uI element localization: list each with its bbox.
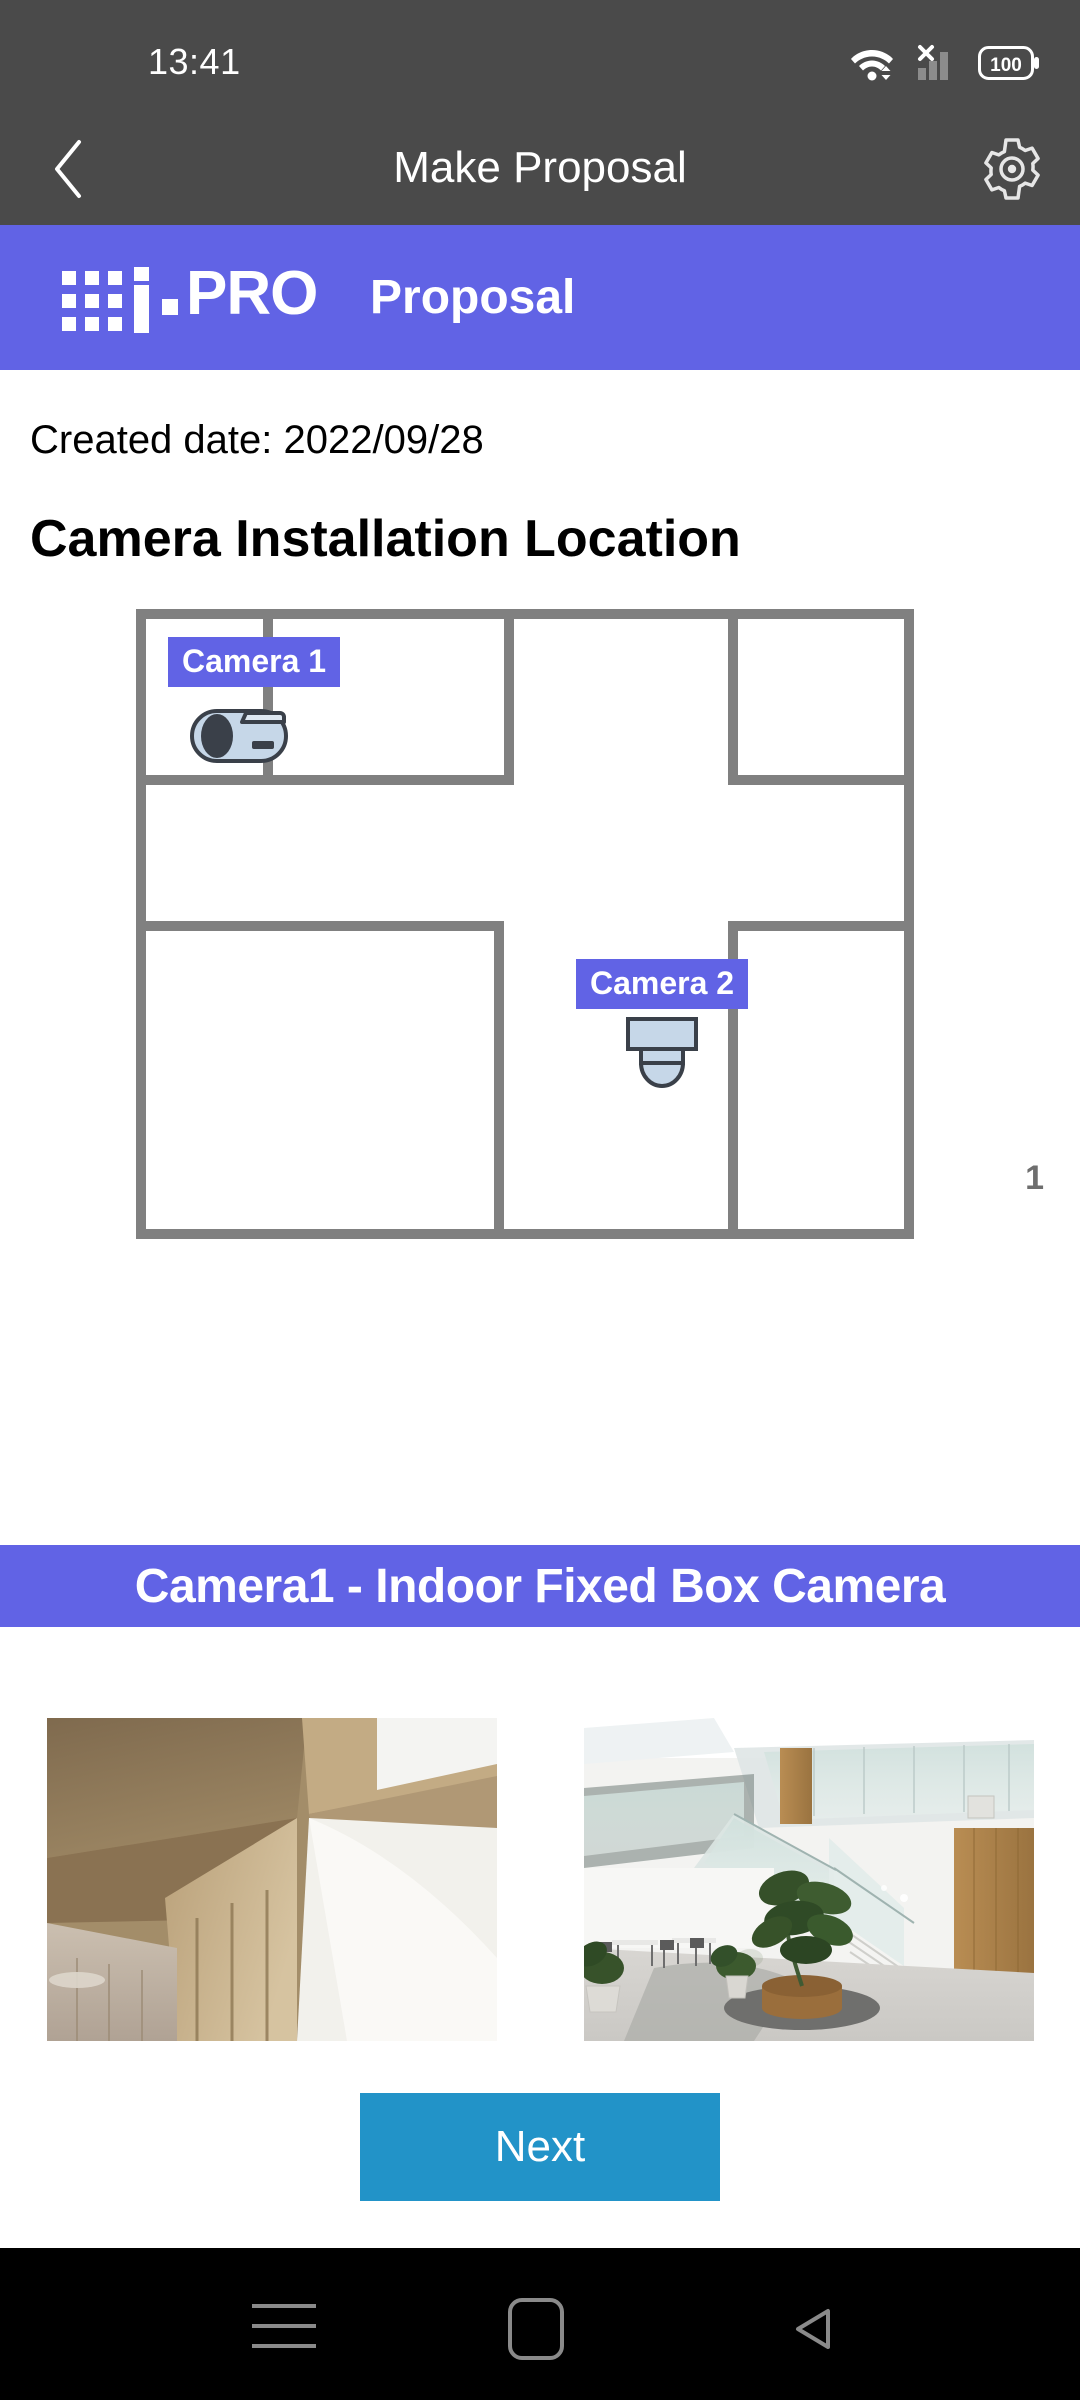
logo-middle-dot <box>162 298 178 315</box>
created-date: Created date: 2022/09/28 <box>30 418 484 462</box>
camera-2-label[interactable]: Camera 2 <box>576 959 749 1009</box>
brand-bar: PRO Proposal <box>0 225 1080 370</box>
android-nav-bar <box>0 2248 1080 2400</box>
box-camera-icon <box>190 709 288 763</box>
wall-upper-vert-2 <box>504 609 514 785</box>
battery-icon: 100 <box>978 46 1039 80</box>
page-title: Make Proposal <box>393 142 687 192</box>
camera-photo-gallery <box>0 1718 1080 2046</box>
ceiling-corner-photo[interactable] <box>46 1718 497 2041</box>
gear-icon <box>984 138 1040 200</box>
floor-plan-container[interactable]: Camera 1 Camera 2 1 <box>0 569 1080 1269</box>
mobile-signal-off-icon <box>918 45 948 80</box>
wall-lower-vert-1 <box>494 921 504 1239</box>
page-number: 1 <box>1025 1159 1044 1197</box>
logo-dot-grid <box>62 270 122 331</box>
floor-plan: Camera 1 Camera 2 <box>136 609 914 1239</box>
camera-section-banner: Camera1 - Indoor Fixed Box Camera <box>0 1545 1080 1627</box>
battery-level-text: 100 <box>990 55 1022 76</box>
home-icon[interactable] <box>508 2298 564 2360</box>
wall-upper-horiz-right <box>728 775 914 785</box>
brand-subtitle: Proposal <box>370 271 576 324</box>
logo-i-dot <box>134 266 149 281</box>
wifi-icon <box>851 50 893 81</box>
camera-1-marker[interactable] <box>188 697 292 774</box>
settings-button[interactable] <box>972 136 1052 202</box>
phone-screen: 13:41 100 Make Proposal PRO Proposal Cre… <box>0 0 1080 2400</box>
document-title: Camera Installation Location <box>30 510 741 568</box>
back-triangle-glyph <box>796 2309 830 2349</box>
recents-icon[interactable] <box>252 2304 316 2348</box>
wall-outer-bottom <box>136 1229 914 1239</box>
i-pro-logo: PRO <box>62 262 332 333</box>
wall-upper-horiz-left <box>136 775 514 785</box>
wall-outer-top <box>136 609 914 619</box>
logo-pro-text: PRO <box>186 258 318 328</box>
atrium-staircase-photo[interactable] <box>583 1718 1034 2041</box>
camera-1-label[interactable]: Camera 1 <box>168 637 341 687</box>
status-icon-group: 100 <box>850 42 1040 84</box>
atrium-staircase-photo-image <box>583 1718 1034 2041</box>
dome-camera-icon <box>626 1017 698 1088</box>
wall-upper-vert-3 <box>728 609 738 785</box>
camera-2-marker[interactable] <box>614 1015 710 1102</box>
camera-section-banner-text: Camera1 - Indoor Fixed Box Camera <box>134 1559 946 1613</box>
ceiling-corner-photo-image <box>46 1718 497 2041</box>
wall-lower-horiz-right <box>728 921 914 931</box>
status-bar: 13:41 100 <box>0 0 1080 110</box>
next-button[interactable]: Next <box>360 2093 720 2201</box>
logo-i-stem <box>134 284 149 333</box>
proposal-document: Created date: 2022/09/28 Camera Installa… <box>0 370 1080 1269</box>
app-bar: Make Proposal <box>0 110 1080 225</box>
wall-lower-horiz-left <box>136 921 504 931</box>
back-triangle-icon[interactable] <box>782 2300 840 2358</box>
status-time: 13:41 <box>148 41 241 82</box>
